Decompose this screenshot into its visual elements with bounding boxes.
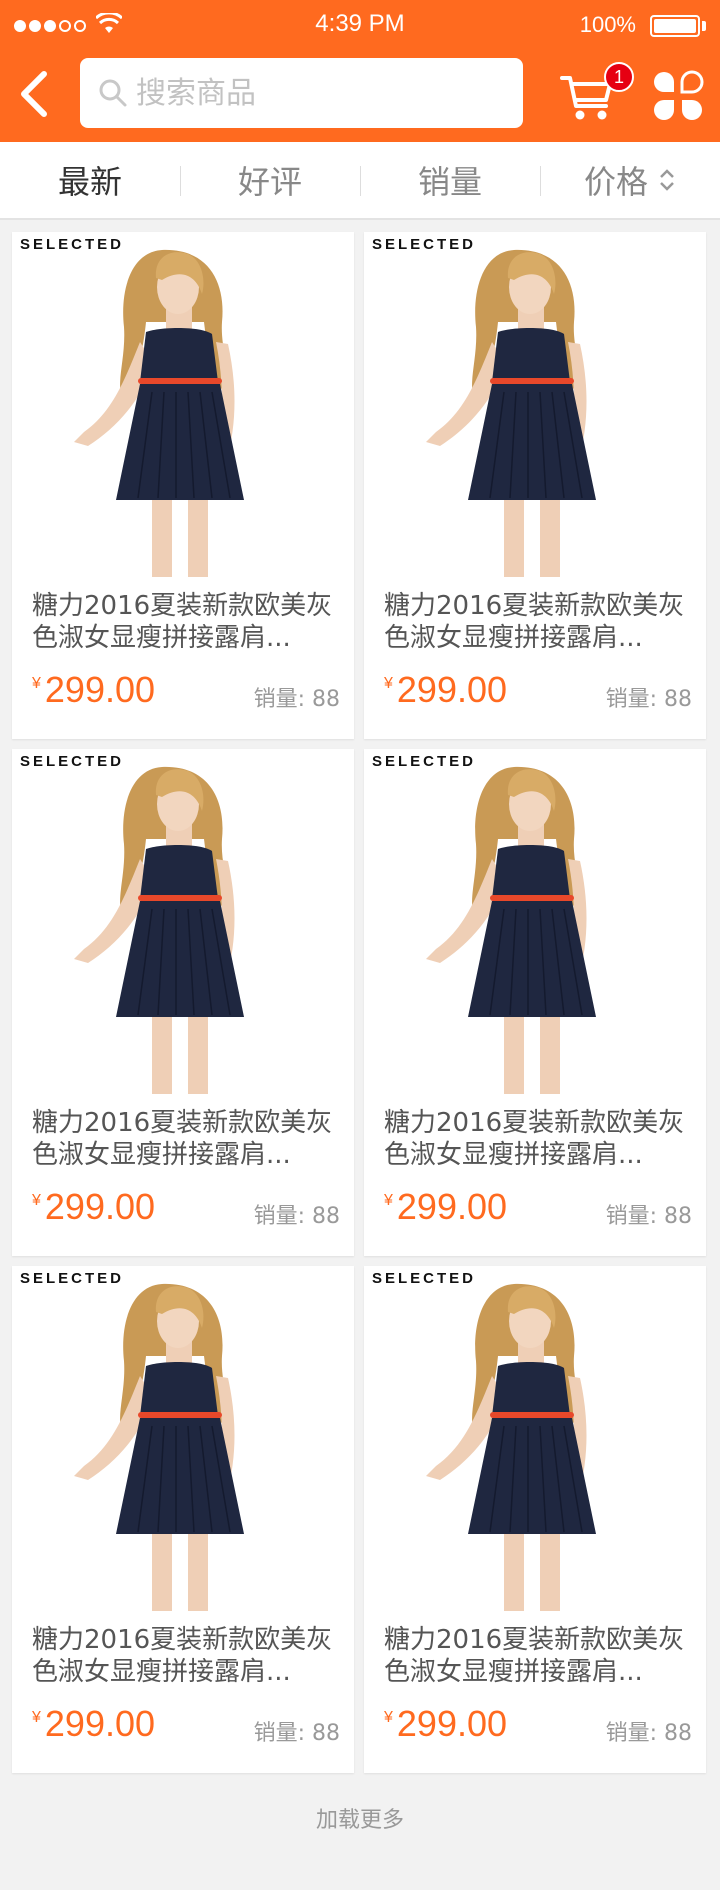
sales-count: 销量: 88 <box>605 1204 692 1229</box>
product-title: 糖力2016夏装新款欧美灰色淑女显瘦拼接露肩... <box>32 1108 333 1170</box>
brand-logo: SELECTED <box>20 1270 125 1287</box>
product-price: ¥299.00 <box>32 1703 156 1744</box>
sales-count: 销量: 88 <box>605 687 692 712</box>
product-title: 糖力2016夏装新款欧美灰色淑女显瘦拼接露肩... <box>32 591 333 653</box>
brand-logo: SELECTED <box>20 236 125 253</box>
product-image <box>73 1283 245 1611</box>
sort-arrows-icon <box>660 169 674 191</box>
search-input[interactable] <box>136 75 516 111</box>
product-image <box>425 766 597 1094</box>
product-card[interactable]: SELECTED 糖力2016夏装新款欧美灰色淑女显瘦拼接露肩... ¥299.… <box>364 749 706 1256</box>
sales-count: 销量: 88 <box>253 687 340 712</box>
product-title: 糖力2016夏装新款欧美灰色淑女显瘦拼接露肩... <box>384 591 685 653</box>
cart-badge: 1 <box>604 62 634 92</box>
product-image <box>73 766 245 1094</box>
product-title: 糖力2016夏装新款欧美灰色淑女显瘦拼接露肩... <box>384 1625 685 1687</box>
battery-icon <box>650 15 700 37</box>
apps-icon[interactable] <box>650 68 706 124</box>
tab-newest[interactable]: 最新 <box>0 142 180 218</box>
product-title: 糖力2016夏装新款欧美灰色淑女显瘦拼接露肩... <box>32 1625 333 1687</box>
product-card[interactable]: SELECTED 糖力2016夏装新款欧美灰色淑女显瘦拼接露肩... ¥299.… <box>364 232 706 739</box>
tab-rating[interactable]: 好评 <box>180 142 360 218</box>
battery-percentage: 100% <box>579 12 636 37</box>
search-icon <box>99 79 127 107</box>
product-image <box>73 249 245 577</box>
product-card[interactable]: SELECTED 糖力2016夏装新款欧美灰色淑女显瘦拼接露肩... ¥299.… <box>364 1266 706 1773</box>
product-price: ¥299.00 <box>32 1186 156 1227</box>
product-title: 糖力2016夏装新款欧美灰色淑女显瘦拼接露肩... <box>384 1108 685 1170</box>
brand-logo: SELECTED <box>372 1270 477 1287</box>
tab-price[interactable]: 价格 <box>540 142 720 218</box>
product-grid: SELECTED 糖力2016夏装新款欧美灰色淑女显瘦拼接露肩... ¥299.… <box>12 232 708 1773</box>
back-arrow-icon <box>21 71 47 117</box>
product-price: ¥299.00 <box>384 1703 508 1744</box>
status-bar: 4:39 PM 100% <box>0 0 720 50</box>
product-card[interactable]: SELECTED 糖力2016夏装新款欧美灰色淑女显瘦拼接露肩... ¥299.… <box>12 232 354 739</box>
product-image <box>425 1283 597 1611</box>
search-bar[interactable] <box>80 58 523 128</box>
sales-count: 销量: 88 <box>253 1721 340 1746</box>
brand-logo: SELECTED <box>372 236 477 253</box>
product-image <box>425 249 597 577</box>
load-more-link[interactable]: 加载更多 <box>0 1802 720 1834</box>
sort-tabs: 最新 好评 销量 价格 <box>0 142 720 220</box>
brand-logo: SELECTED <box>20 753 125 770</box>
tab-sales[interactable]: 销量 <box>360 142 540 218</box>
sales-count: 销量: 88 <box>253 1204 340 1229</box>
back-button[interactable] <box>10 64 56 124</box>
product-price: ¥299.00 <box>32 669 156 710</box>
product-price: ¥299.00 <box>384 669 508 710</box>
product-card[interactable]: SELECTED 糖力2016夏装新款欧美灰色淑女显瘦拼接露肩... ¥299.… <box>12 749 354 1256</box>
brand-logo: SELECTED <box>372 753 477 770</box>
product-price: ¥299.00 <box>384 1186 508 1227</box>
app-header: 4:39 PM 100% 1 <box>0 0 720 142</box>
product-card[interactable]: SELECTED 糖力2016夏装新款欧美灰色淑女显瘦拼接露肩... ¥299.… <box>12 1266 354 1773</box>
sales-count: 销量: 88 <box>605 1721 692 1746</box>
